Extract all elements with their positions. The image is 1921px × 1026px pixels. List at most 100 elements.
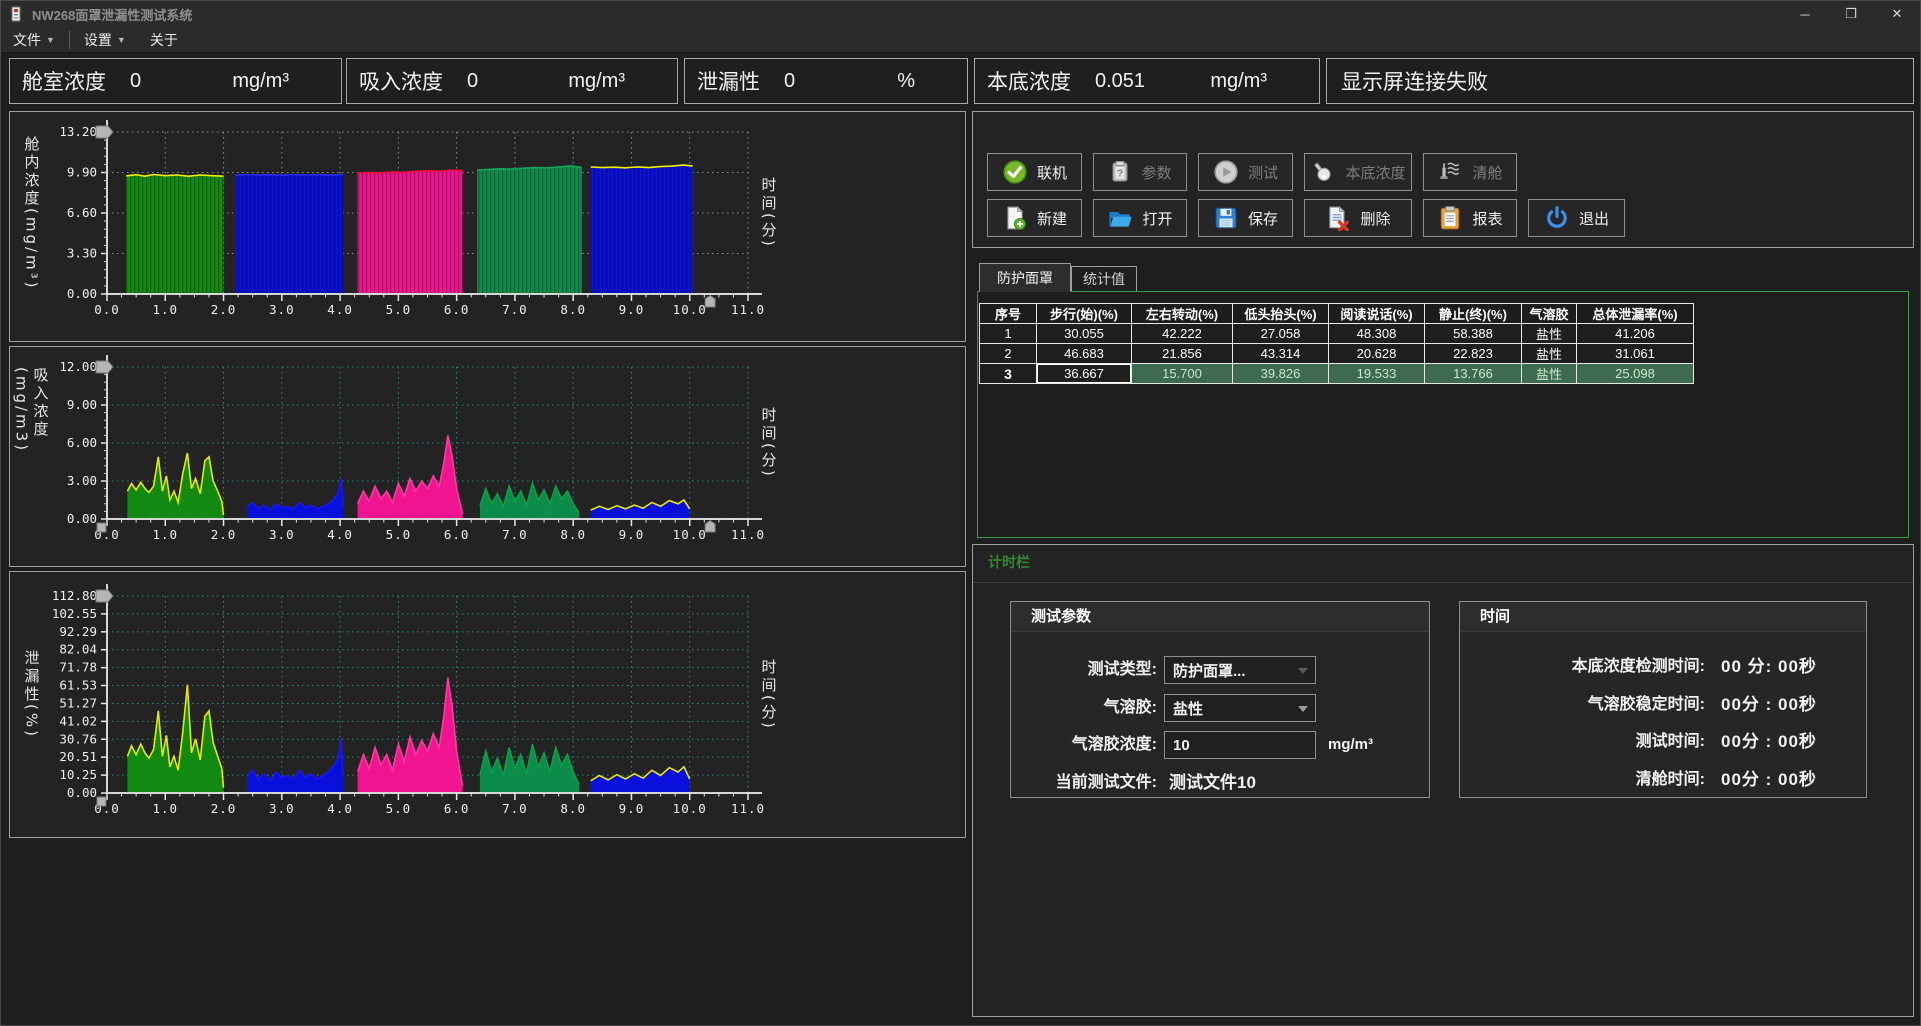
menu-item-0[interactable]: 文件▼ — [1, 27, 67, 52]
toolbar-button-参数[interactable]: ?参数 — [1093, 153, 1187, 191]
toolbar-button-label: 保存 — [1248, 208, 1278, 229]
table-cell[interactable]: 20.628 — [1329, 344, 1425, 364]
y-axis-top-marker[interactable] — [96, 126, 113, 138]
table-header-cell: 左右转动(%) — [1132, 304, 1233, 324]
chart-y-axis-label: 吸入浓度(mg/m3) — [20, 367, 44, 519]
menu-item-2[interactable]: 关于 — [138, 27, 190, 52]
svg-text:0.00: 0.00 — [67, 785, 97, 800]
y-axis-top-marker[interactable] — [96, 590, 113, 602]
table-cell[interactable]: 36.667 — [1037, 364, 1132, 384]
table-header-cell: 气溶胶 — [1522, 304, 1577, 324]
table-cell[interactable]: 2 — [980, 344, 1037, 364]
tab-防护面罩[interactable]: 防护面罩 — [979, 263, 1071, 292]
table-cell[interactable]: 盐性 — [1522, 344, 1577, 364]
table-row[interactable]: 246.68321.85643.31420.62822.823盐性31.061 — [980, 344, 1694, 364]
time-row-label-2: 测试时间: — [1469, 728, 1705, 756]
table-cell[interactable]: 22.823 — [1425, 344, 1522, 364]
param-select-0[interactable]: 防护面罩... — [1164, 656, 1316, 684]
status-card-label: 本底浓度 — [987, 66, 1071, 96]
toolbar-button-保存[interactable]: 保存 — [1198, 199, 1293, 237]
table-cell[interactable]: 30.055 — [1037, 324, 1132, 344]
chart-plot-泄漏性: 112.80102.5592.2982.0471.7861.5351.2741.… — [10, 572, 965, 837]
play-circle-icon — [1213, 159, 1239, 185]
chart-panel-inhaled-concentration: 12.009.006.003.000.000.01.02.03.04.05.06… — [9, 346, 966, 567]
chevron-down-icon: ▼ — [117, 35, 126, 45]
table-cell[interactable]: 41.206 — [1577, 324, 1694, 344]
svg-text:92.29: 92.29 — [59, 624, 97, 639]
table-cell[interactable]: 25.098 — [1577, 364, 1694, 384]
table-cell[interactable]: 13.766 — [1425, 364, 1522, 384]
toolbar-button-清舱[interactable]: 清舱 — [1423, 153, 1517, 191]
aerosol-concentration-input[interactable]: 10 — [1164, 731, 1316, 759]
svg-text:7.0: 7.0 — [502, 302, 528, 317]
svg-text:4.0: 4.0 — [327, 527, 353, 542]
svg-text:9.0: 9.0 — [619, 527, 645, 542]
table-cell[interactable]: 21.856 — [1132, 344, 1233, 364]
table-cell[interactable]: 19.533 — [1329, 364, 1425, 384]
table-cell[interactable]: 31.061 — [1577, 344, 1694, 364]
chart-cursor-marker[interactable] — [705, 521, 715, 533]
svg-text:10.0: 10.0 — [673, 527, 707, 542]
status-card-label: 泄漏性 — [697, 66, 760, 96]
toolbar-button-退出[interactable]: 退出 — [1528, 199, 1625, 237]
chart-right-axis-label: 时间(分) — [757, 367, 781, 519]
fan-clean-icon — [1437, 159, 1463, 185]
chart-right-axis-label: 时间(分) — [757, 132, 781, 294]
table-cell[interactable]: 盐性 — [1522, 324, 1577, 344]
x-axis-origin-marker[interactable] — [97, 797, 106, 806]
menu-item-1[interactable]: 设置▼ — [72, 27, 138, 52]
table-cell[interactable]: 15.700 — [1132, 364, 1233, 384]
tab-label: 统计值 — [1083, 269, 1125, 289]
table-header-cell: 总体泄漏率(%) — [1577, 304, 1694, 324]
maximize-button[interactable]: ❐ — [1828, 1, 1874, 27]
table-cell[interactable]: 48.308 — [1329, 324, 1425, 344]
table-cell[interactable]: 27.058 — [1233, 324, 1329, 344]
app-window: NW268面罩泄漏性测试系统 ─ ❐ ✕ 文件▼设置▼关于 舱室浓度0mg/m³… — [0, 0, 1921, 1026]
table-cell[interactable]: 46.683 — [1037, 344, 1132, 364]
svg-text:2.0: 2.0 — [211, 801, 237, 816]
time-row-label-0: 本底浓度检测时间: — [1469, 653, 1705, 681]
table-row[interactable]: 130.05542.22227.05848.30858.388盐性41.206 — [980, 324, 1694, 344]
svg-text:1.0: 1.0 — [152, 302, 178, 317]
x-axis-origin-marker[interactable] — [97, 523, 106, 532]
svg-text:10.0: 10.0 — [673, 801, 707, 816]
table-cell[interactable]: 盐性 — [1522, 364, 1577, 384]
close-button[interactable]: ✕ — [1874, 1, 1920, 27]
toolbar-button-新建[interactable]: 新建 — [987, 199, 1082, 237]
chart-segment-outline — [235, 175, 343, 176]
table-row[interactable]: 336.66715.70039.82619.53313.766盐性25.098 — [980, 364, 1694, 384]
app-icon — [8, 6, 24, 22]
svg-text:9.0: 9.0 — [619, 302, 645, 317]
toolbar-button-删除[interactable]: 删除 — [1304, 199, 1412, 237]
svg-text:2.0: 2.0 — [211, 302, 237, 317]
table-cell[interactable]: 1 — [980, 324, 1037, 344]
toolbar-button-报表[interactable]: 报表 — [1423, 199, 1517, 237]
param-select-1[interactable]: 盐性 — [1164, 694, 1316, 722]
status-message: 显示屏连接失败 — [1326, 58, 1914, 104]
time-row-value-3: 00分 : 00秒 — [1721, 766, 1817, 794]
status-card-3: 本底浓度0.051mg/m³ — [974, 58, 1320, 104]
minimize-button[interactable]: ─ — [1782, 1, 1828, 27]
param-field-label-1: 气溶胶: — [1019, 694, 1157, 722]
table-cell[interactable]: 39.826 — [1233, 364, 1329, 384]
table-cell[interactable]: 3 — [980, 364, 1037, 384]
svg-text:0.00: 0.00 — [67, 511, 97, 526]
toolbar-button-联机[interactable]: 联机 — [987, 153, 1082, 191]
table-cell[interactable]: 42.222 — [1132, 324, 1233, 344]
svg-text:3.30: 3.30 — [67, 246, 97, 261]
param-select-value: 盐性 — [1173, 698, 1203, 719]
svg-text:13.20: 13.20 — [59, 124, 97, 139]
table-cell[interactable]: 43.314 — [1233, 344, 1329, 364]
menu-item-label: 文件 — [13, 30, 41, 50]
y-axis-top-marker[interactable] — [96, 361, 113, 373]
toolbar-button-本底浓度[interactable]: 本底浓度 — [1304, 153, 1412, 191]
toolbar-button-测试[interactable]: 测试 — [1198, 153, 1293, 191]
toolbar-button-打开[interactable]: 打开 — [1093, 199, 1187, 237]
svg-text:41.02: 41.02 — [59, 713, 97, 728]
table-cell[interactable]: 58.388 — [1425, 324, 1522, 344]
svg-text:8.0: 8.0 — [560, 527, 586, 542]
tab-统计值[interactable]: 统计值 — [1071, 266, 1137, 292]
chart-plot-吸入浓度: 12.009.006.003.000.000.01.02.03.04.05.06… — [10, 347, 965, 566]
svg-text:51.27: 51.27 — [59, 695, 97, 710]
chart-cursor-marker[interactable] — [705, 296, 715, 308]
